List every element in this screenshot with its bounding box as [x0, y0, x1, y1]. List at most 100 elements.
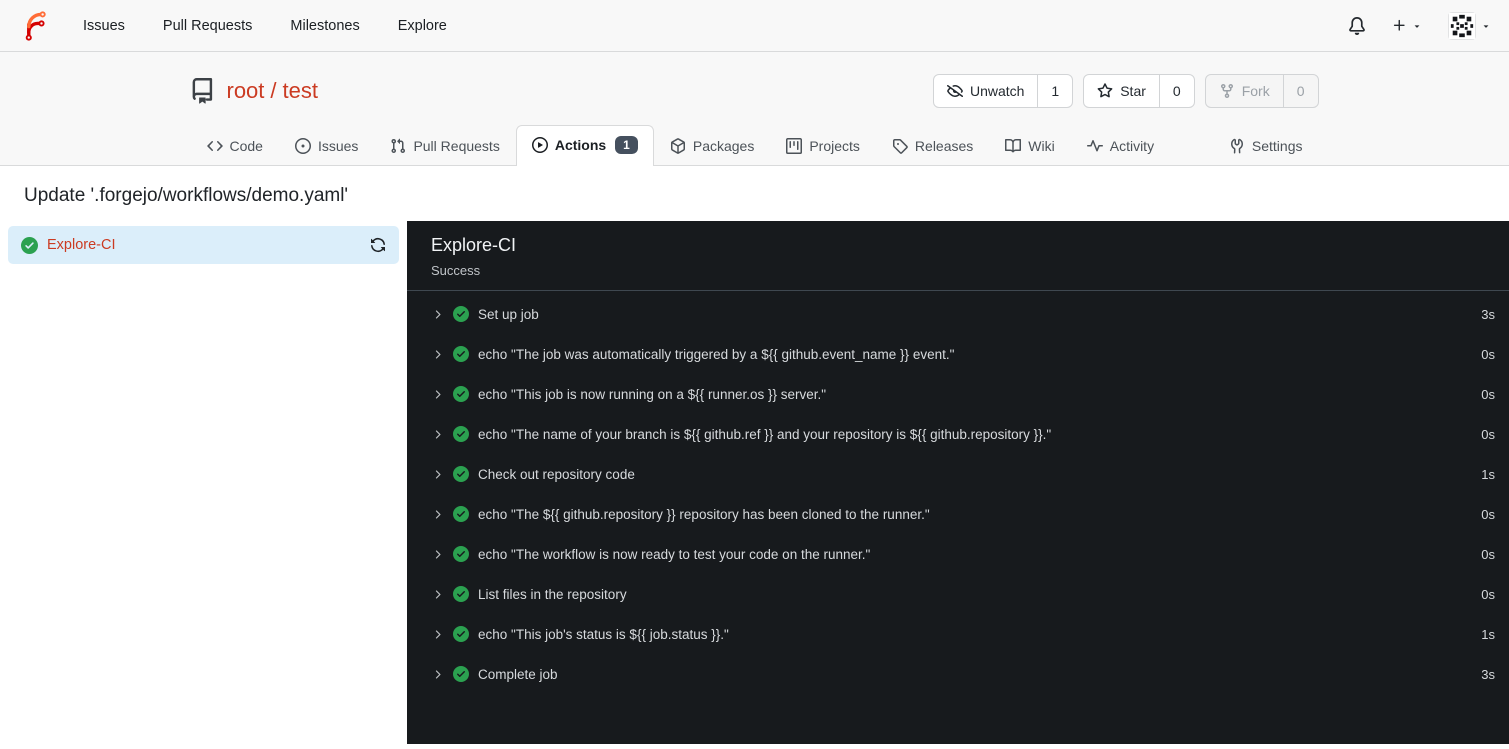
chevron-right-icon[interactable] — [431, 308, 444, 321]
step-label: echo "This job is now running on a ${{ r… — [478, 386, 827, 402]
code-icon — [206, 141, 223, 151]
step-duration: 0s — [1481, 386, 1495, 402]
tab-packages[interactable]: Packages — [654, 127, 770, 165]
tab-activity[interactable]: Activity — [1071, 127, 1170, 165]
step-label: echo "The ${{ github.repository }} repos… — [478, 506, 930, 522]
chevron-down-icon — [1414, 24, 1420, 28]
repo-owner-link[interactable]: root — [227, 78, 265, 103]
fork-count: 0 — [1282, 75, 1318, 107]
play-circle-icon — [531, 137, 548, 153]
chevron-right-icon[interactable] — [431, 588, 444, 601]
job-log-header: Explore-CI Success — [407, 221, 1509, 291]
check-circle-icon — [21, 236, 38, 254]
actions-run-page: Update '.forgejo/workflows/demo.yaml' Ex… — [0, 166, 1509, 744]
star-button-group: Star 0 — [1083, 74, 1195, 108]
check-circle-icon — [453, 666, 469, 682]
repo-header: root / test Unwatch 1 Star 0 Fork 0 Code… — [0, 52, 1509, 166]
step-label: echo "The job was automatically triggere… — [478, 346, 955, 362]
book-open-icon — [1005, 138, 1022, 153]
check-circle-icon — [453, 306, 469, 322]
watch-count[interactable]: 1 — [1037, 75, 1072, 107]
tab-releases[interactable]: Releases — [876, 127, 989, 165]
step-row[interactable]: echo "The ${{ github.repository }} repos… — [431, 494, 1495, 534]
chevron-right-icon[interactable] — [431, 468, 444, 481]
tab-projects[interactable]: Projects — [770, 127, 876, 165]
repo-book-icon — [191, 78, 217, 104]
step-duration: 3s — [1481, 306, 1495, 322]
step-row[interactable]: echo "The workflow is now ready to test … — [431, 534, 1495, 574]
create-new-dropdown[interactable] — [1392, 18, 1422, 33]
nav-milestones[interactable]: Milestones — [271, 18, 378, 34]
step-duration: 1s — [1481, 466, 1495, 482]
chevron-down-icon — [1483, 24, 1489, 28]
repo-path-separator: / — [270, 78, 277, 103]
tab-actions[interactable]: Actions 1 — [515, 125, 654, 166]
step-label: echo "This job's status is ${{ job.statu… — [478, 626, 729, 642]
step-duration: 3s — [1481, 666, 1495, 682]
package-icon — [670, 138, 685, 154]
fork-button-group: Fork 0 — [1204, 74, 1319, 108]
step-row[interactable]: List files in the repository 0s — [431, 574, 1495, 614]
repo-tab-bar: Code Issues Pull Requests Actions 1 Pack… — [191, 124, 1319, 166]
run-title: Update '.forgejo/workflows/demo.yaml' — [24, 185, 349, 206]
step-duration: 0s — [1481, 426, 1495, 442]
job-steps-list: Set up job 3s echo "The job was automati… — [407, 291, 1509, 694]
actions-count-badge: 1 — [615, 136, 638, 154]
check-circle-icon — [453, 426, 469, 442]
step-row[interactable]: echo "The name of your branch is ${{ git… — [431, 414, 1495, 454]
chevron-right-icon[interactable] — [431, 388, 444, 401]
check-circle-icon — [453, 466, 469, 482]
forgejo-logo-icon[interactable] — [20, 10, 50, 41]
repo-breadcrumb: root / test — [227, 78, 319, 104]
step-row[interactable]: echo "This job is now running on a ${{ r… — [431, 374, 1495, 414]
step-label: echo "The workflow is now ready to test … — [478, 546, 871, 562]
star-icon — [1097, 83, 1113, 98]
nav-pull-requests[interactable]: Pull Requests — [144, 18, 271, 34]
tab-issues[interactable]: Issues — [279, 127, 374, 165]
user-avatar — [1448, 11, 1476, 40]
step-duration: 0s — [1481, 346, 1495, 362]
notifications-bell-icon[interactable] — [1348, 16, 1366, 35]
step-row[interactable]: echo "This job's status is ${{ job.statu… — [431, 614, 1495, 654]
tab-pull-requests[interactable]: Pull Requests — [374, 127, 515, 165]
step-row[interactable]: Complete job 3s — [431, 654, 1495, 694]
chevron-right-icon[interactable] — [431, 348, 444, 361]
step-row[interactable]: echo "The job was automatically triggere… — [431, 334, 1495, 374]
job-status: Success — [431, 263, 481, 278]
tools-icon — [1230, 138, 1243, 154]
job-log-panel: Explore-CI Success Set up job 3s echo "T… — [407, 221, 1509, 744]
tab-settings[interactable]: Settings — [1213, 127, 1319, 165]
repo-name-link[interactable]: test — [283, 78, 318, 103]
rerun-refresh-icon[interactable] — [370, 237, 386, 253]
check-circle-icon — [453, 346, 469, 362]
job-item-explore-ci[interactable]: Explore-CI — [8, 226, 399, 264]
step-duration: 0s — [1481, 546, 1495, 562]
check-circle-icon — [453, 626, 469, 642]
nav-issues[interactable]: Issues — [64, 18, 144, 34]
step-row[interactable]: Set up job 3s — [431, 294, 1495, 334]
unwatch-button[interactable]: Unwatch — [934, 75, 1037, 107]
step-duration: 0s — [1481, 506, 1495, 522]
job-name: Explore-CI — [47, 237, 116, 253]
nav-explore[interactable]: Explore — [379, 18, 466, 34]
check-circle-icon — [453, 586, 469, 602]
top-navbar: Issues Pull Requests Milestones Explore — [0, 0, 1509, 52]
step-row[interactable]: Check out repository code 1s — [431, 454, 1495, 494]
chevron-right-icon[interactable] — [431, 548, 444, 561]
chevron-right-icon[interactable] — [431, 668, 444, 681]
chevron-right-icon[interactable] — [431, 428, 444, 441]
repo-action-buttons: Unwatch 1 Star 0 Fork 0 — [932, 74, 1319, 108]
tab-code[interactable]: Code — [191, 127, 279, 165]
user-menu-dropdown[interactable] — [1448, 11, 1491, 40]
chevron-right-icon[interactable] — [431, 508, 444, 521]
star-count[interactable]: 0 — [1158, 75, 1194, 107]
chevron-right-icon[interactable] — [431, 628, 444, 641]
step-label: echo "The name of your branch is ${{ git… — [478, 426, 1052, 442]
pulse-icon — [1086, 140, 1103, 152]
tab-wiki[interactable]: Wiki — [989, 127, 1070, 165]
step-duration: 1s — [1481, 626, 1495, 642]
jobs-sidebar: Explore-CI — [0, 221, 407, 744]
star-button[interactable]: Star — [1084, 75, 1159, 107]
step-label: Complete job — [478, 666, 558, 682]
git-pull-request-icon — [391, 138, 406, 154]
